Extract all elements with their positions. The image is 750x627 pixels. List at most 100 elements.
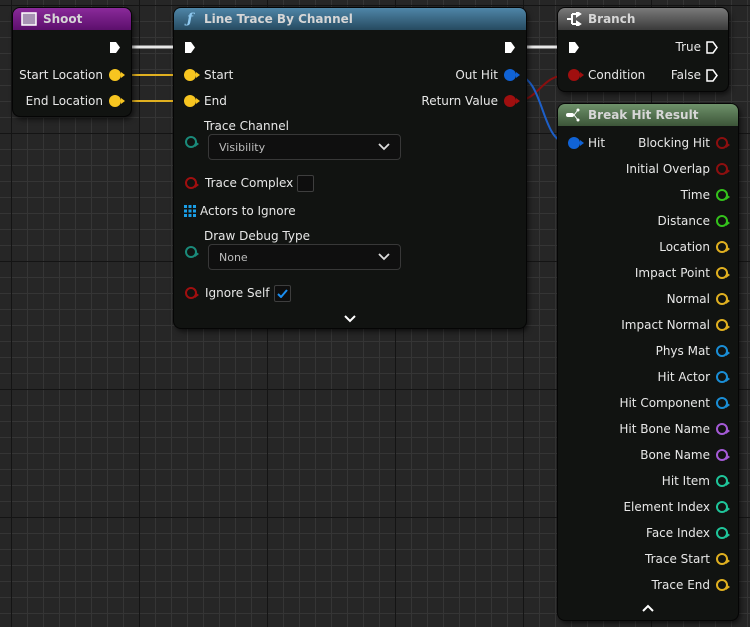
shoot-exec-out-pin[interactable]	[109, 37, 121, 57]
exec-pin-icon	[110, 41, 120, 53]
exec-pin-hollow-icon	[706, 40, 718, 54]
output-pin-icon	[716, 371, 730, 383]
output-pin-icon	[716, 163, 730, 175]
break-hit-output-pin[interactable]: Hit Component	[619, 393, 730, 413]
branch-exec-in-pin[interactable]	[568, 37, 580, 57]
break-hit-output-pin[interactable]: Distance	[658, 211, 730, 231]
ignore-self-row: Ignore Self	[185, 283, 291, 303]
return-value-label: Return Value	[421, 94, 498, 108]
break-hit-output-pin[interactable]: Blocking Hit	[638, 133, 730, 153]
ignore-self-checkbox[interactable]	[273, 284, 291, 302]
break-hit-output-pin[interactable]: Bone Name	[640, 445, 730, 465]
draw-debug-type-dropdown[interactable]: None	[208, 244, 401, 270]
true-exec-out-pin[interactable]: True	[676, 37, 719, 57]
array-pin-icon	[184, 205, 196, 217]
break-hit-output-pin[interactable]: Phys Mat	[656, 341, 730, 361]
vector-pin-icon	[184, 69, 200, 81]
condition-label: Condition	[588, 68, 646, 82]
bool-pin-icon[interactable]	[185, 177, 199, 189]
break-hit-output-pin[interactable]: Hit Item	[662, 471, 730, 491]
break-hit-output-pin[interactable]: Normal	[666, 289, 730, 309]
chevron-down-icon	[378, 253, 390, 261]
shoot-node-header[interactable]: Shoot	[13, 8, 131, 30]
output-pin-icon	[716, 189, 730, 201]
struct-pin-icon	[504, 69, 520, 81]
vector-pin-icon	[109, 95, 125, 107]
start-location-pin[interactable]: Start Location	[19, 65, 125, 85]
output-pin-icon	[716, 397, 730, 409]
trace-exec-in-pin[interactable]	[184, 37, 196, 57]
actors-to-ignore-label: Actors to Ignore	[200, 204, 296, 218]
expand-chevron-icon[interactable]	[344, 315, 356, 323]
trace-complex-row: Trace Complex	[185, 173, 315, 193]
true-label: True	[675, 40, 702, 54]
branch-node[interactable]: Branch Condition True False	[558, 8, 728, 91]
output-pin-label: Blocking Hit	[638, 136, 710, 150]
break-hit-output-pin[interactable]: Location	[659, 237, 730, 257]
break-hit-node-header[interactable]: Break Hit Result	[558, 104, 738, 126]
break-hit-output-pin[interactable]: Impact Normal	[621, 315, 730, 335]
output-pin-icon	[716, 449, 730, 461]
line-trace-node-header[interactable]: ƒ Line Trace By Channel	[174, 8, 526, 30]
end-location-label: End Location	[25, 94, 103, 108]
bool-pin-icon[interactable]	[185, 287, 199, 299]
checkmark-icon	[276, 288, 288, 298]
out-hit-label: Out Hit	[455, 68, 498, 82]
output-pin-icon	[716, 319, 730, 331]
end-location-pin[interactable]: End Location	[25, 91, 125, 111]
break-hit-output-pin[interactable]: Element Index	[623, 497, 730, 517]
break-hit-output-pin[interactable]: Impact Point	[634, 263, 730, 283]
output-pin-label: Initial Overlap	[625, 162, 710, 176]
output-pin-icon	[716, 475, 730, 487]
chevron-down-icon	[378, 143, 390, 151]
return-value-pin[interactable]: Return Value	[421, 91, 520, 111]
draw-debug-type-value: None	[219, 250, 248, 264]
break-hit-output-pin[interactable]: Initial Overlap	[625, 159, 730, 179]
line-trace-node-title: Line Trace By Channel	[204, 12, 353, 26]
false-exec-out-pin[interactable]: False	[671, 65, 718, 85]
actors-to-ignore-row[interactable]: Actors to Ignore	[184, 201, 296, 221]
branch-node-header[interactable]: Branch	[558, 8, 728, 30]
break-hit-output-pin[interactable]: Face Index	[646, 523, 730, 543]
collapse-chevron-icon[interactable]	[642, 604, 654, 612]
break-hit-output-pin[interactable]: Trace Start	[645, 549, 730, 569]
trace-channel-value: Visibility	[219, 140, 266, 154]
break-hit-output-pin[interactable]: Trace End	[652, 575, 730, 595]
output-pin-label: Hit Bone Name	[619, 422, 710, 436]
output-pin-icon	[716, 345, 730, 357]
break-hit-output-pin[interactable]: Hit Bone Name	[619, 419, 730, 439]
start-input-pin[interactable]: Start	[184, 65, 233, 85]
function-icon: ƒ	[186, 11, 194, 27]
output-pin-label: Normal	[666, 292, 710, 306]
exec-pin-icon	[505, 41, 515, 53]
trace-complex-checkbox[interactable]	[297, 174, 315, 192]
vector-pin-icon	[109, 69, 125, 81]
condition-pin[interactable]: Condition	[568, 65, 645, 85]
output-pin-label: Bone Name	[640, 448, 710, 462]
end-label: End	[204, 94, 227, 108]
line-trace-by-channel-node[interactable]: ƒ Line Trace By Channel Start End Out Hi…	[174, 8, 526, 328]
output-pin-label: Face Index	[646, 526, 710, 540]
trace-exec-out-pin[interactable]	[504, 37, 516, 57]
out-hit-pin[interactable]: Out Hit	[455, 65, 520, 85]
trace-channel-pin[interactable]	[185, 136, 199, 148]
output-pin-icon	[716, 553, 730, 565]
trace-complex-label: Trace Complex	[205, 176, 294, 190]
hit-input-pin[interactable]: Hit	[568, 133, 605, 153]
break-hit-result-node[interactable]: Break Hit Result Hit Blocking Hit Initial…	[558, 104, 738, 620]
end-input-pin[interactable]: End	[184, 91, 227, 111]
output-pin-label: Element Index	[623, 500, 710, 514]
trace-channel-dropdown[interactable]: Visibility	[208, 134, 401, 160]
draw-debug-type-pin[interactable]	[185, 246, 199, 258]
draw-debug-type-label: Draw Debug Type	[204, 229, 310, 243]
output-pin-icon	[716, 137, 730, 149]
shoot-event-node[interactable]: Shoot Start Location End Location	[13, 8, 131, 116]
output-pin-label: Impact Point	[634, 266, 710, 280]
bool-pin-icon	[504, 95, 520, 107]
output-pin-icon	[716, 267, 730, 279]
exec-pin-hollow-icon	[706, 68, 718, 82]
break-hit-output-pin[interactable]: Hit Actor	[658, 367, 730, 387]
output-pin-icon	[716, 241, 730, 253]
output-pin-icon	[716, 527, 730, 539]
break-hit-output-pin[interactable]: Time	[681, 185, 730, 205]
